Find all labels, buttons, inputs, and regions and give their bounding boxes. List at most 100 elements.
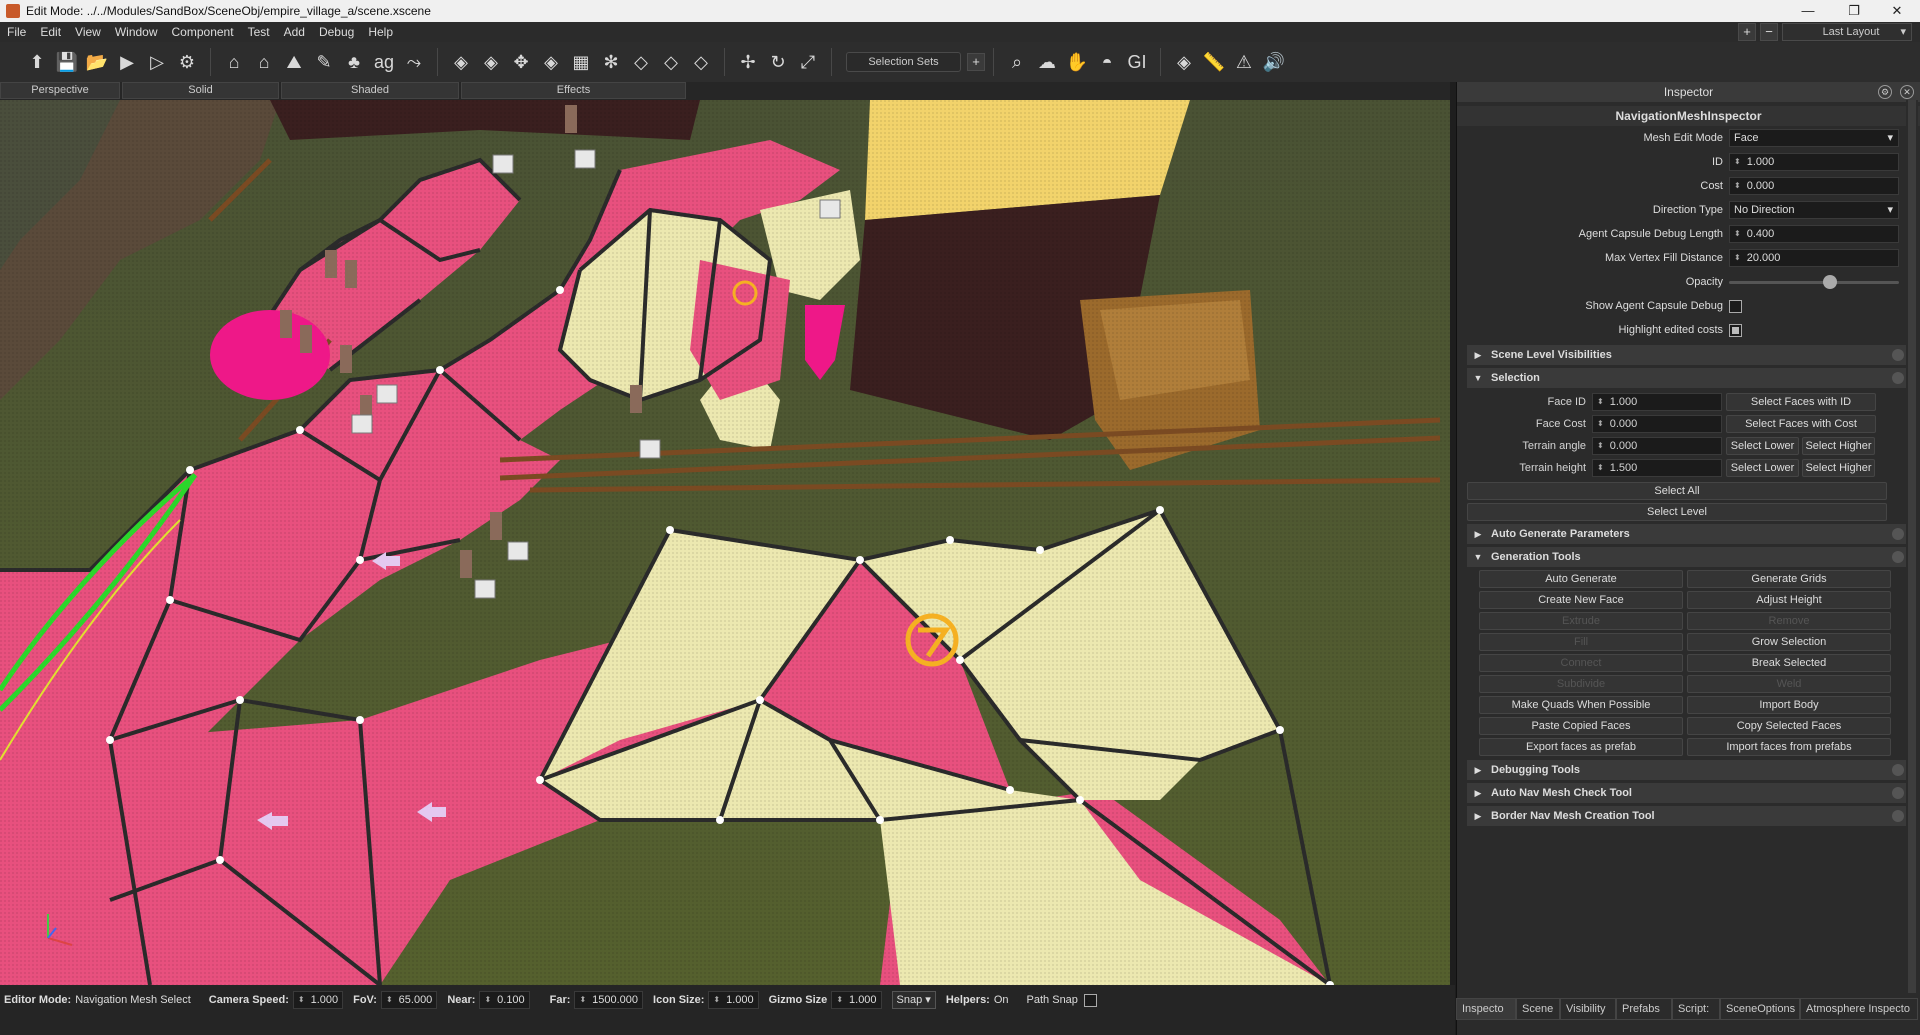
export-faces-as-prefab-button[interactable]: Export faces as prefab [1479, 738, 1683, 756]
close-icon[interactable]: ✕ [1900, 85, 1914, 99]
section-selection[interactable]: ▼ Selection [1467, 368, 1910, 388]
inspector-scrollbar[interactable] [1906, 100, 1918, 993]
rotate-icon[interactable]: ↻ [763, 47, 793, 77]
section-toggle-icon[interactable] [1892, 372, 1904, 384]
add-layout-button[interactable]: + [1738, 23, 1756, 41]
weather-icon[interactable]: ☁ [1032, 47, 1062, 77]
snap-dropdown[interactable]: Snap ▾ [891, 991, 936, 1009]
menu-debug[interactable]: Debug [312, 25, 361, 39]
select-lower-angle-button[interactable]: Select Lower [1726, 437, 1799, 455]
face-cost-field[interactable]: ⬍ 0.000 [1592, 415, 1722, 433]
close-button[interactable]: ✕ [1874, 0, 1920, 22]
tree-icon[interactable]: ♣ [339, 47, 369, 77]
helpers-value[interactable]: On [994, 994, 1009, 1006]
mesh-edit-mode-select[interactable]: Face [1729, 129, 1899, 147]
tab-shaded[interactable]: Shaded [281, 82, 459, 99]
section-generation-tools[interactable]: ▼ Generation Tools [1467, 547, 1910, 567]
break-selected-button[interactable]: Break Selected [1687, 654, 1891, 672]
select-lower-height-button[interactable]: Select Lower [1726, 459, 1799, 477]
cube-dots-icon[interactable]: ◇ [656, 47, 686, 77]
section-toggle-icon[interactable] [1892, 810, 1904, 822]
selection-sets-dropdown[interactable]: Selection Sets [846, 52, 961, 72]
dome-icon[interactable]: ◓ [1092, 47, 1122, 77]
tab-visibility[interactable]: Visibility [1560, 998, 1616, 1020]
path-icon[interactable]: ⤳ [399, 47, 429, 77]
cube-stack-icon[interactable]: ◈ [536, 47, 566, 77]
text-ag-icon[interactable]: ag [369, 47, 399, 77]
menu-file[interactable]: File [0, 25, 33, 39]
gi-icon[interactable]: GI [1122, 47, 1152, 77]
tab-prefabs[interactable]: Prefabs [1616, 998, 1672, 1020]
menu-add[interactable]: Add [277, 25, 312, 39]
opacity-knob[interactable] [1822, 275, 1837, 289]
tab-solid[interactable]: Solid [122, 82, 279, 99]
cube-tool-icon[interactable]: ◈ [1169, 47, 1199, 77]
select-higher-height-button[interactable]: Select Higher [1802, 459, 1875, 477]
terrain-height-field[interactable]: ⬍ 1.500 [1592, 459, 1722, 477]
menu-help[interactable]: Help [361, 25, 400, 39]
section-auto-generate[interactable]: ▶ Auto Generate Parameters [1467, 524, 1910, 544]
grow-selection-button[interactable]: Grow Selection [1687, 633, 1891, 651]
cube-add-icon[interactable]: ◈ [476, 47, 506, 77]
section-toggle-icon[interactable] [1892, 349, 1904, 361]
remove-layout-button[interactable]: − [1760, 23, 1778, 41]
layout-select[interactable]: Last Layout [1782, 23, 1912, 41]
paste-copied-faces-button[interactable]: Paste Copied Faces [1479, 717, 1683, 735]
cube-wire-icon[interactable]: ◇ [626, 47, 656, 77]
barn-icon[interactable]: ⌂ [249, 47, 279, 77]
cube-light-icon[interactable]: ◇ [686, 47, 716, 77]
import-body-button[interactable]: Import Body [1687, 696, 1891, 714]
gizmo-size-field[interactable]: ⬍ 1.000 [831, 991, 882, 1009]
section-toggle-icon[interactable] [1892, 787, 1904, 799]
opacity-slider[interactable] [1729, 273, 1899, 291]
highlight-costs-checkbox[interactable] [1729, 323, 1742, 337]
create-new-face-button[interactable]: Create New Face [1479, 591, 1683, 609]
copy-selected-faces-button[interactable]: Copy Selected Faces [1687, 717, 1891, 735]
open-folder-icon[interactable]: 📂 [82, 47, 112, 77]
menu-edit[interactable]: Edit [33, 25, 68, 39]
import-faces-from-prefabs-button[interactable]: Import faces from prefabs [1687, 738, 1891, 756]
make-quads-when-possible-button[interactable]: Make Quads When Possible [1479, 696, 1683, 714]
section-toggle-icon[interactable] [1892, 528, 1904, 540]
menu-window[interactable]: Window [108, 25, 165, 39]
icon-size-field[interactable]: ⬍ 1.000 [708, 991, 759, 1009]
menu-component[interactable]: Component [165, 25, 241, 39]
agent-capsule-field[interactable]: ⬍ 0.400 [1729, 225, 1899, 243]
scene-viewport[interactable] [0, 100, 1450, 985]
section-toggle-icon[interactable] [1892, 764, 1904, 776]
menu-view[interactable]: View [68, 25, 108, 39]
section-border-nav[interactable]: ▶ Border Nav Mesh Creation Tool [1467, 806, 1910, 826]
fov-field[interactable]: ⬍ 65.000 [380, 991, 438, 1009]
section-debugging[interactable]: ▶ Debugging Tools [1467, 760, 1910, 780]
house-icon[interactable]: ⌂ [219, 47, 249, 77]
tab-script[interactable]: Script: [1672, 998, 1720, 1020]
sound-icon[interactable]: 🔊 [1259, 47, 1289, 77]
play-icon[interactable]: ▶ [112, 47, 142, 77]
move-icon[interactable]: ✢ [733, 47, 763, 77]
camera-speed-field[interactable]: ⬍ 1.000 [292, 991, 344, 1009]
terrain-icon[interactable]: ⛰ [279, 47, 309, 77]
select-all-button[interactable]: Select All [1467, 482, 1887, 500]
tab-atmosphere-inspector[interactable]: Atmosphere Inspecto [1800, 998, 1918, 1020]
maximize-button[interactable]: ❐ [1831, 0, 1877, 22]
tab-scene-options[interactable]: SceneOptions [1720, 998, 1800, 1020]
cube-icon[interactable]: ◈ [446, 47, 476, 77]
tab-effects[interactable]: Effects [461, 82, 686, 99]
select-level-button[interactable]: Select Level [1467, 503, 1887, 521]
play-outline-icon[interactable]: ▷ [142, 47, 172, 77]
section-toggle-icon[interactable] [1892, 551, 1904, 563]
far-field[interactable]: ⬍ 1500.000 [574, 991, 644, 1009]
transform-icon[interactable]: ✥ [506, 47, 536, 77]
tab-scene[interactable]: Scene [1516, 998, 1560, 1020]
near-field[interactable]: ⬍ 0.100 [479, 991, 530, 1009]
select-higher-angle-button[interactable]: Select Higher [1802, 437, 1875, 455]
inspect-icon[interactable]: ⌕ [1002, 47, 1032, 77]
puzzle-icon[interactable]: ✻ [596, 47, 626, 77]
section-scene-level[interactable]: ▶ Scene Level Visibilities [1467, 345, 1910, 365]
upload-icon[interactable]: ⬆ [22, 47, 52, 77]
build-icon[interactable]: ⚙ [172, 47, 202, 77]
save-icon[interactable]: 💾 [52, 47, 82, 77]
select-faces-cost-button[interactable]: Select Faces with Cost [1726, 415, 1876, 433]
settings-icon[interactable]: ⚙ [1878, 85, 1892, 99]
scrollbar-thumb[interactable] [1908, 100, 1916, 993]
